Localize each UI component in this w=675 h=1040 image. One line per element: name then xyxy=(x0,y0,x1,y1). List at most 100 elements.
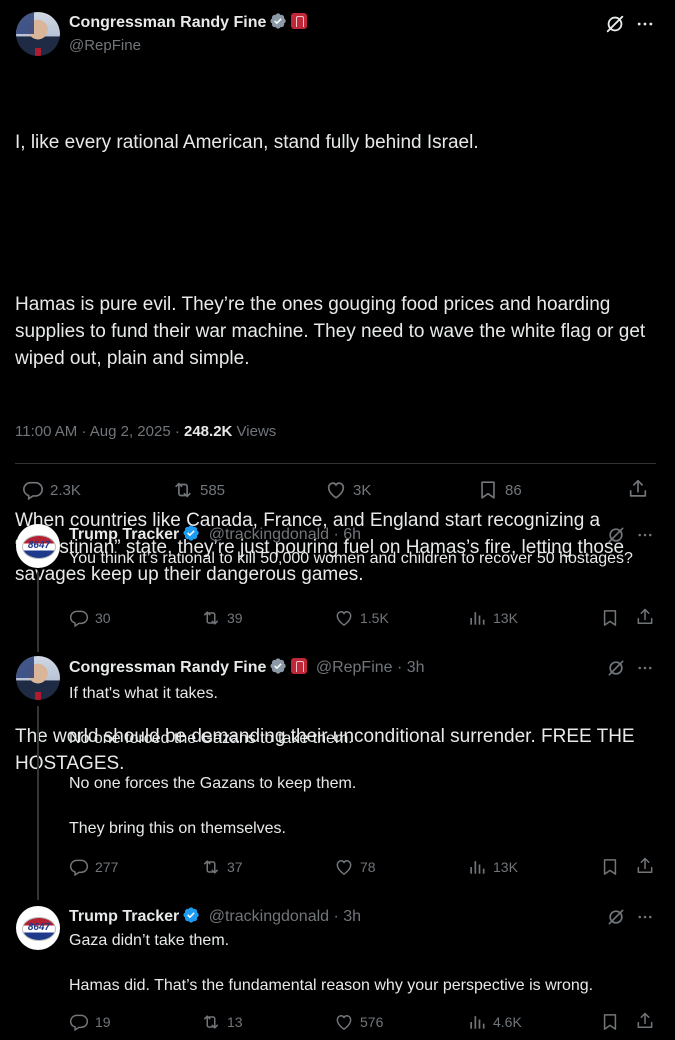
author-name[interactable]: Congressman Randy Fine xyxy=(69,14,266,31)
avatar[interactable]: 8647 xyxy=(16,524,60,568)
reply-icon xyxy=(69,608,89,628)
thread-line xyxy=(37,572,39,652)
reply-button[interactable]: 30 xyxy=(69,608,111,628)
author-line: Trump Tracker @trackingdonald · 3h xyxy=(69,906,361,926)
views-count: 13K xyxy=(493,610,518,626)
avatar-logo-text: 8647 xyxy=(27,922,51,933)
share-button[interactable] xyxy=(635,607,655,627)
more-icon[interactable] xyxy=(633,656,657,680)
views-button[interactable]: 4.6K xyxy=(467,1012,522,1032)
reply-button[interactable]: 2.3K xyxy=(22,479,81,501)
repost-button[interactable]: 37 xyxy=(201,857,243,877)
reply-count: 19 xyxy=(95,1014,111,1030)
avatar[interactable]: 8647 xyxy=(16,906,60,950)
repost-button[interactable]: 39 xyxy=(201,608,243,628)
like-icon xyxy=(334,857,354,877)
author-line: Congressman Randy Fine @RepFine · 3h xyxy=(69,657,425,677)
bookmark-button[interactable] xyxy=(600,608,620,628)
like-button[interactable]: 576 xyxy=(334,1012,383,1032)
more-icon[interactable] xyxy=(633,905,657,929)
bookmark-button[interactable] xyxy=(600,857,620,877)
verified-icon xyxy=(269,12,287,30)
verified-icon xyxy=(269,657,287,675)
views-button[interactable]: 13K xyxy=(467,857,518,877)
share-icon xyxy=(635,607,655,627)
reply-icon xyxy=(69,857,89,877)
tweet-paragraph: I, like every rational American, stand f… xyxy=(15,132,479,153)
like-icon xyxy=(334,1012,354,1032)
views-button[interactable]: 13K xyxy=(467,608,518,628)
reply-button[interactable]: 19 xyxy=(69,1012,111,1032)
tweet-meta: 11:00 AM · Aug 2, 2025 · 248.2K Views xyxy=(15,423,276,440)
repost-icon xyxy=(201,1012,221,1032)
avatar-logo: 8647 xyxy=(22,917,56,941)
author-handle[interactable]: @RepFine xyxy=(69,37,141,54)
tweet-paragraph: Hamas is pure evil. They’re the ones gou… xyxy=(15,294,651,369)
avatar[interactable] xyxy=(16,656,60,700)
author-name[interactable]: Trump Tracker xyxy=(69,908,179,925)
author-line: Trump Tracker @trackingdonald · 6h xyxy=(69,524,361,544)
author-handle[interactable]: @trackingdonald · 3h xyxy=(209,908,361,925)
author-name[interactable]: Trump Tracker xyxy=(69,526,179,543)
bookmark-button[interactable]: 86 xyxy=(477,479,522,501)
views-count: 4.6K xyxy=(493,1014,522,1030)
repost-button[interactable]: 585 xyxy=(172,479,225,501)
verified-icon xyxy=(182,524,200,542)
bookmark-button[interactable] xyxy=(600,1012,620,1032)
timestamp[interactable]: 11:00 AM · Aug 2, 2025 · xyxy=(15,423,184,440)
author-name[interactable]: Congressman Randy Fine xyxy=(69,659,266,676)
author-handle[interactable]: @trackingdonald · 6h xyxy=(209,526,361,543)
avatar-logo: 8647 xyxy=(22,535,56,559)
like-button[interactable]: 3K xyxy=(325,479,371,501)
like-count: 3K xyxy=(353,481,372,499)
repost-button[interactable]: 13 xyxy=(201,1012,243,1032)
repost-count: 37 xyxy=(227,859,243,875)
like-icon xyxy=(325,479,347,501)
views-icon xyxy=(467,608,487,628)
reply-text: If that's what it takes. No one forced t… xyxy=(69,685,357,837)
like-count: 1.5K xyxy=(360,610,389,626)
more-icon[interactable] xyxy=(633,12,657,36)
reply-button[interactable]: 277 xyxy=(69,857,118,877)
grok-icon[interactable] xyxy=(604,523,628,547)
grok-icon[interactable] xyxy=(604,905,628,929)
share-button[interactable] xyxy=(627,478,649,500)
reply-icon xyxy=(22,479,44,501)
more-icon[interactable] xyxy=(633,523,657,547)
bookmark-count: 86 xyxy=(505,481,522,499)
like-count: 576 xyxy=(360,1014,384,1030)
repost-icon xyxy=(201,857,221,877)
repost-count: 39 xyxy=(227,610,243,626)
reply-text: Gaza didn’t take them. Hamas did. That’s… xyxy=(69,932,594,994)
author-handle[interactable]: @RepFine · 3h xyxy=(316,659,425,676)
repost-icon xyxy=(201,608,221,628)
bookmark-icon xyxy=(477,479,499,501)
views-label: Views xyxy=(232,423,277,440)
avatar[interactable] xyxy=(16,12,60,56)
views-count: 248.2K xyxy=(184,423,233,440)
bookmark-icon xyxy=(600,608,620,628)
views-count: 13K xyxy=(493,859,518,875)
grok-icon[interactable] xyxy=(603,12,627,36)
grok-icon[interactable] xyxy=(604,656,628,680)
views-icon xyxy=(467,857,487,877)
share-icon xyxy=(635,856,655,876)
bookmark-icon xyxy=(600,1012,620,1032)
thread-line xyxy=(37,706,39,900)
share-icon xyxy=(635,1011,655,1031)
share-button[interactable] xyxy=(635,856,655,876)
author-line: Congressman Randy Fine xyxy=(69,12,308,32)
verified-icon xyxy=(182,906,200,924)
avatar-logo-text: 8647 xyxy=(27,540,51,551)
reply-count: 2.3K xyxy=(50,481,81,499)
reply-count: 30 xyxy=(95,610,111,626)
like-button[interactable]: 1.5K xyxy=(334,608,389,628)
repost-count: 585 xyxy=(200,481,226,499)
like-button[interactable]: 78 xyxy=(334,857,376,877)
reply-icon xyxy=(69,1012,89,1032)
reply-count: 277 xyxy=(95,859,119,875)
repost-icon xyxy=(172,479,194,501)
divider xyxy=(15,463,656,464)
like-icon xyxy=(334,608,354,628)
share-button[interactable] xyxy=(635,1011,655,1031)
